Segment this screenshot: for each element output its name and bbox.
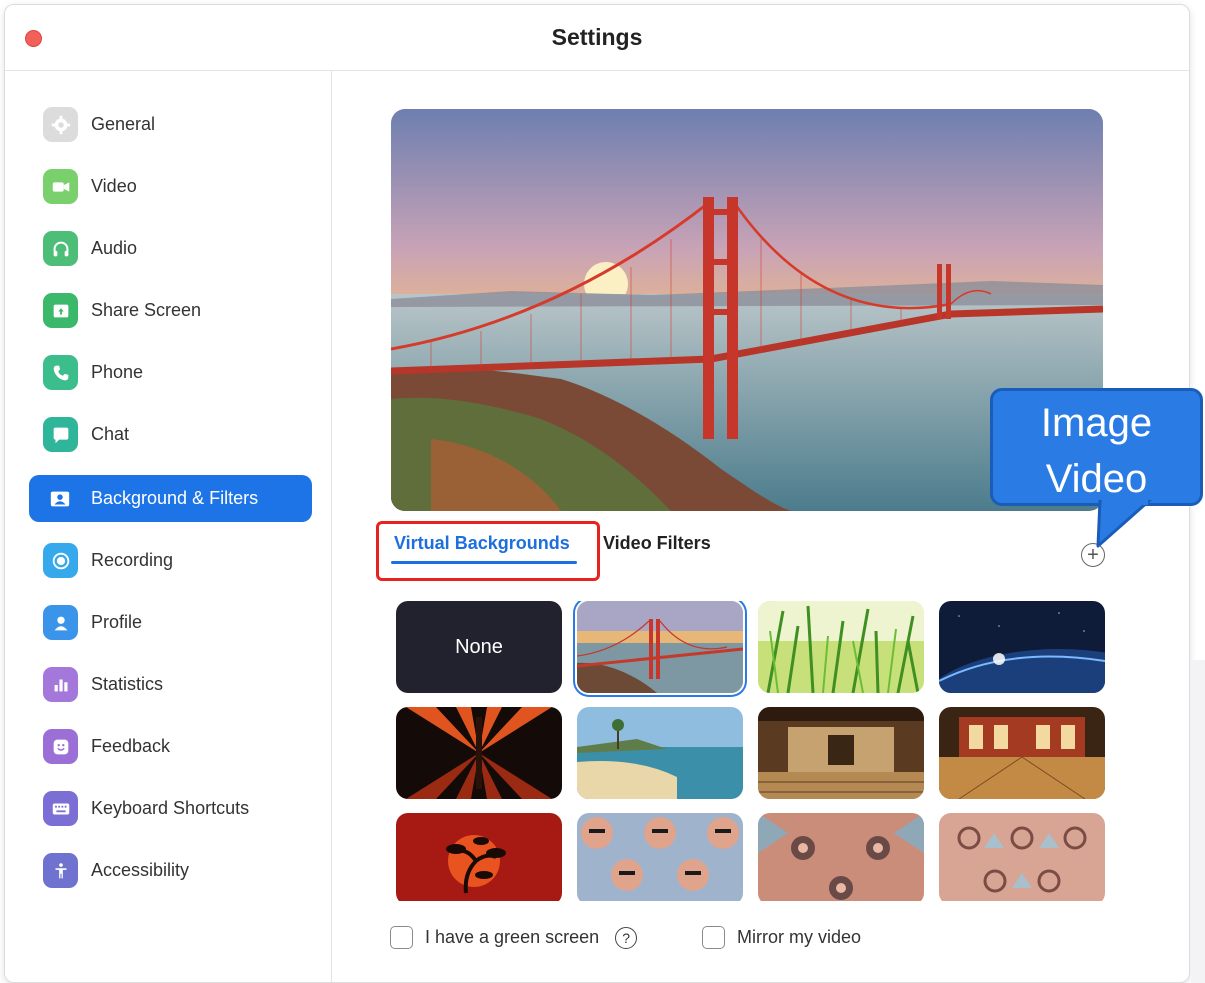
sidebar-item-audio[interactable]: Audio	[29, 225, 312, 272]
background-thumb-kaleidoscope-3[interactable]	[939, 813, 1105, 901]
green-screen-checkbox[interactable]	[390, 926, 413, 949]
settings-sidebar: General Video Audio Share Screen Phone C…	[5, 71, 332, 982]
phone-icon	[43, 355, 78, 390]
background-thumb-kaleidoscope-2[interactable]	[758, 813, 924, 901]
sidebar-item-feedback[interactable]: Feedback	[29, 723, 312, 770]
sidebar-item-keyboard-shortcuts[interactable]: Keyboard Shortcuts	[29, 785, 312, 832]
background-thumb-none[interactable]: None	[396, 601, 562, 693]
person-card-icon	[46, 485, 74, 513]
accessibility-icon	[43, 853, 78, 888]
sidebar-item-label: Phone	[91, 362, 144, 382]
mirror-video-option[interactable]: Mirror my video	[702, 926, 861, 949]
callout-line-1: Image	[1040, 401, 1153, 445]
window-title: Settings	[551, 24, 643, 50]
video-camera-icon	[43, 169, 78, 204]
sidebar-item-label: General	[91, 114, 156, 134]
thumb-label: None	[455, 635, 503, 658]
background-shadow	[1191, 660, 1205, 983]
callout-pointer	[1096, 500, 1152, 548]
sidebar-item-phone[interactable]: Phone	[29, 349, 312, 396]
green-screen-option[interactable]: I have a green screen ?	[390, 926, 638, 949]
tab-video-filters[interactable]: Video Filters	[603, 533, 711, 554]
sidebar-item-label: Profile	[91, 612, 143, 632]
green-screen-label: I have a green screen	[425, 927, 600, 947]
sidebar-item-label: Background & Filters	[91, 488, 259, 508]
background-thumb-earth[interactable]	[939, 601, 1105, 693]
background-filters-panel: Virtual Backgrounds Video Filters + None	[333, 71, 1189, 982]
gear-icon	[43, 107, 78, 142]
sidebar-item-label: Share Screen	[91, 300, 202, 320]
smiley-icon	[43, 729, 78, 764]
bar-chart-icon	[43, 667, 78, 702]
keyboard-icon	[43, 791, 78, 826]
mirror-video-checkbox[interactable]	[702, 926, 725, 949]
sidebar-item-label: Audio	[91, 238, 138, 258]
background-thumb-dojo-hall[interactable]	[939, 707, 1105, 799]
background-thumb-grass[interactable]	[758, 601, 924, 693]
sidebar-item-chat[interactable]: Chat	[29, 411, 312, 458]
sidebar-item-label: Video	[91, 176, 137, 196]
background-thumb-golden-gate[interactable]	[577, 601, 743, 693]
active-tab-indicator	[391, 561, 577, 564]
sidebar-item-general[interactable]: General	[29, 101, 312, 148]
sidebar-item-label: Statistics	[91, 674, 164, 694]
background-thumb-red-abstract[interactable]	[396, 707, 562, 799]
background-thumb-red-bonsai[interactable]	[396, 813, 562, 901]
background-thumb-dojo-interior[interactable]	[758, 707, 924, 799]
chat-bubble-icon	[43, 417, 78, 452]
sidebar-item-video[interactable]: Video	[29, 163, 312, 210]
background-thumb-kaleidoscope-1[interactable]	[577, 813, 743, 901]
share-screen-icon	[43, 293, 78, 328]
sidebar-item-label: Feedback	[91, 736, 171, 756]
tab-virtual-backgrounds[interactable]: Virtual Backgrounds	[394, 533, 570, 554]
record-icon	[43, 543, 78, 578]
sidebar-item-label: Chat	[91, 424, 130, 444]
image-video-callout: Image Video	[990, 388, 1203, 506]
sidebar-item-label: Keyboard Shortcuts	[91, 798, 250, 818]
mirror-video-label: Mirror my video	[737, 927, 862, 947]
sidebar-item-recording[interactable]: Recording	[29, 537, 312, 584]
sidebar-item-label: Recording	[91, 550, 174, 570]
background-grid: None	[396, 601, 1108, 901]
title-bar: Settings	[5, 5, 1189, 71]
callout-line-2: Video	[1045, 457, 1148, 501]
help-icon[interactable]: ?	[615, 926, 638, 949]
sidebar-item-profile[interactable]: Profile	[29, 599, 312, 646]
person-icon	[43, 605, 78, 640]
sidebar-item-label: Accessibility	[91, 860, 190, 880]
sidebar-item-share-screen[interactable]: Share Screen	[29, 287, 312, 334]
headphones-icon	[43, 231, 78, 266]
sidebar-item-background-filters[interactable]: Background & Filters	[29, 475, 312, 522]
sidebar-item-accessibility[interactable]: Accessibility	[29, 847, 312, 894]
sidebar-item-statistics[interactable]: Statistics	[29, 661, 312, 708]
background-thumb-beach[interactable]	[577, 707, 743, 799]
